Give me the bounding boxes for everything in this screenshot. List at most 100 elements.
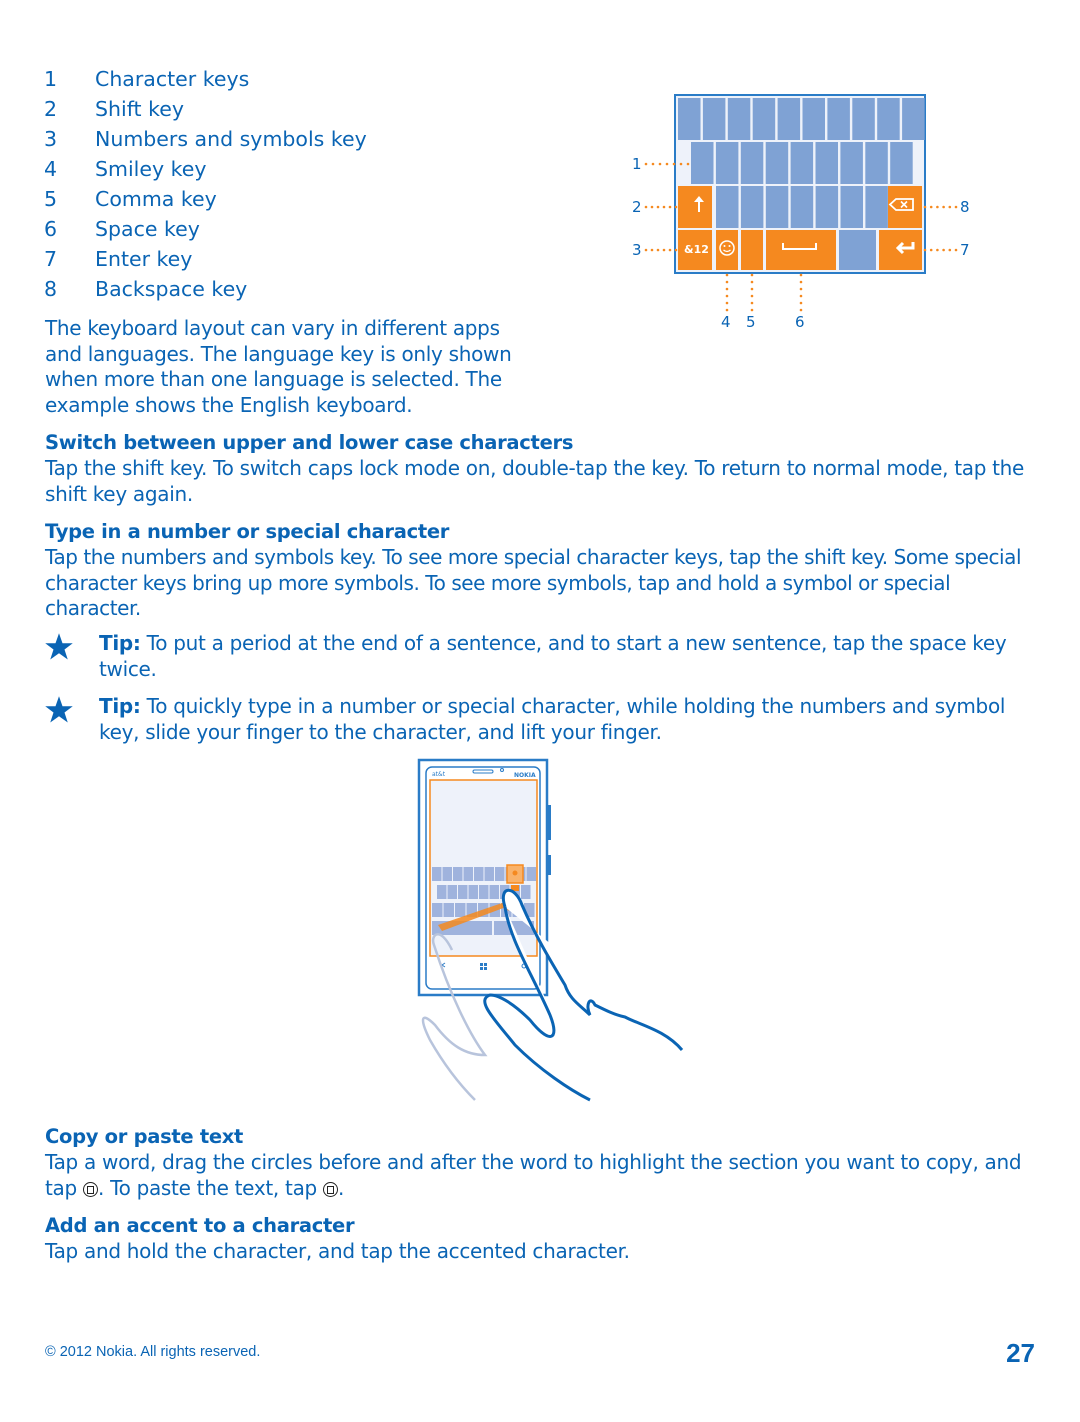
carrier-logo: at&t [432,771,446,778]
callout-dot [948,205,952,209]
callout-dot [725,273,729,277]
callout-dot [750,301,754,305]
section-body-accent: Tap and hold the character, and tap the … [45,1239,630,1263]
mini-key [432,903,443,917]
character-key [840,186,863,228]
language-key [839,230,876,270]
character-key [840,142,863,184]
callout-dot [954,205,958,209]
brand-logo: NOKIA [514,772,536,779]
mini-key [458,885,468,899]
callout-dot [799,273,803,277]
mini-key [468,885,478,899]
callout-dot [954,248,958,252]
character-key [815,142,838,184]
mini-key [442,867,452,881]
character-key [902,98,925,140]
mini-key [526,867,536,881]
character-key [702,98,726,140]
callout-dot [923,248,927,252]
character-key [678,98,701,140]
character-key [727,98,751,140]
callout-dot [658,162,662,166]
mini-key [437,885,447,899]
callout-dot [662,248,666,252]
callout-dot [936,205,939,209]
callout-dot [679,162,683,166]
callout-dot [656,248,660,252]
copy-icon [82,1181,98,1197]
tip-2: Tip: To quickly type in a number or spec… [99,694,1006,744]
section-body-case: Tap the shift key. To switch caps lock m… [45,456,1025,506]
mini-key [432,867,442,881]
character-key [852,98,875,140]
character-key [765,186,789,228]
section-body-number: Tap the numbers and symbols key. To see … [45,545,1022,620]
callout-dot [923,205,927,209]
callout-dot [672,162,676,166]
intro-paragraph: The keyboard layout can vary in differen… [45,316,512,417]
callout-dot [725,280,729,284]
callout-1: 1 [632,155,642,173]
mini-key [521,885,531,899]
callout-6: 6 [795,313,805,331]
character-key [716,186,739,228]
callout-dot [750,308,754,312]
callout-dot [799,301,803,305]
callout-2: 2 [632,198,642,216]
callout-dot [948,248,952,252]
mini-key [463,867,473,881]
character-key [865,142,888,184]
callout-dot [686,162,690,166]
callout-dot [650,248,654,252]
character-key [890,142,913,184]
paste-icon [322,1181,338,1197]
character-key [877,98,900,140]
section-heading-case: Switch between upper and lower case char… [45,431,574,454]
callout-dot [942,205,945,209]
tip-1: Tip: To put a period at the end of a sen… [99,631,1007,681]
character-key [815,186,839,228]
callout-dot [725,294,729,298]
callout-dot [656,205,660,209]
section-heading-copy: Copy or paste text [45,1125,244,1148]
callout-dot [644,205,648,209]
phone-swipe-illustration: at&t NOKIA [417,758,684,1102]
callout-dot [662,205,666,209]
callout-7: 7 [960,241,970,259]
character-key [790,186,814,228]
mini-key [495,867,505,881]
section-heading-accent: Add an accent to a character [45,1214,355,1237]
character-key [765,142,789,184]
mini-key [489,885,499,899]
callout-dot [750,280,754,284]
callout-dot [665,162,669,166]
callout-dot [644,162,648,166]
callout-dot [942,248,945,252]
star-icon [45,696,73,723]
character-key [802,98,825,140]
callout-dot [651,162,655,166]
callout-dot [674,248,678,252]
callout-dot [725,301,729,305]
character-key [740,186,764,228]
callout-dot [668,205,672,209]
shift-key [678,186,712,228]
character-key [827,98,850,140]
section-heading-number: Type in a number or special character [45,520,450,543]
mini-key [447,885,457,899]
callout-dot [750,287,754,291]
callout-dot [668,248,672,252]
callout-dot [725,287,729,291]
callout-dot [644,248,648,252]
mini-key [455,903,466,917]
character-key [865,186,888,228]
callout-dot [674,205,678,209]
callout-dot [650,205,654,209]
mini-key [484,867,494,881]
copyright-footer: © 2012 Nokia. All rights reserved. [45,1344,261,1360]
callout-3: 3 [632,241,642,259]
callout-dot [799,294,803,298]
callout-dot [936,248,939,252]
callout-dot [799,308,803,312]
